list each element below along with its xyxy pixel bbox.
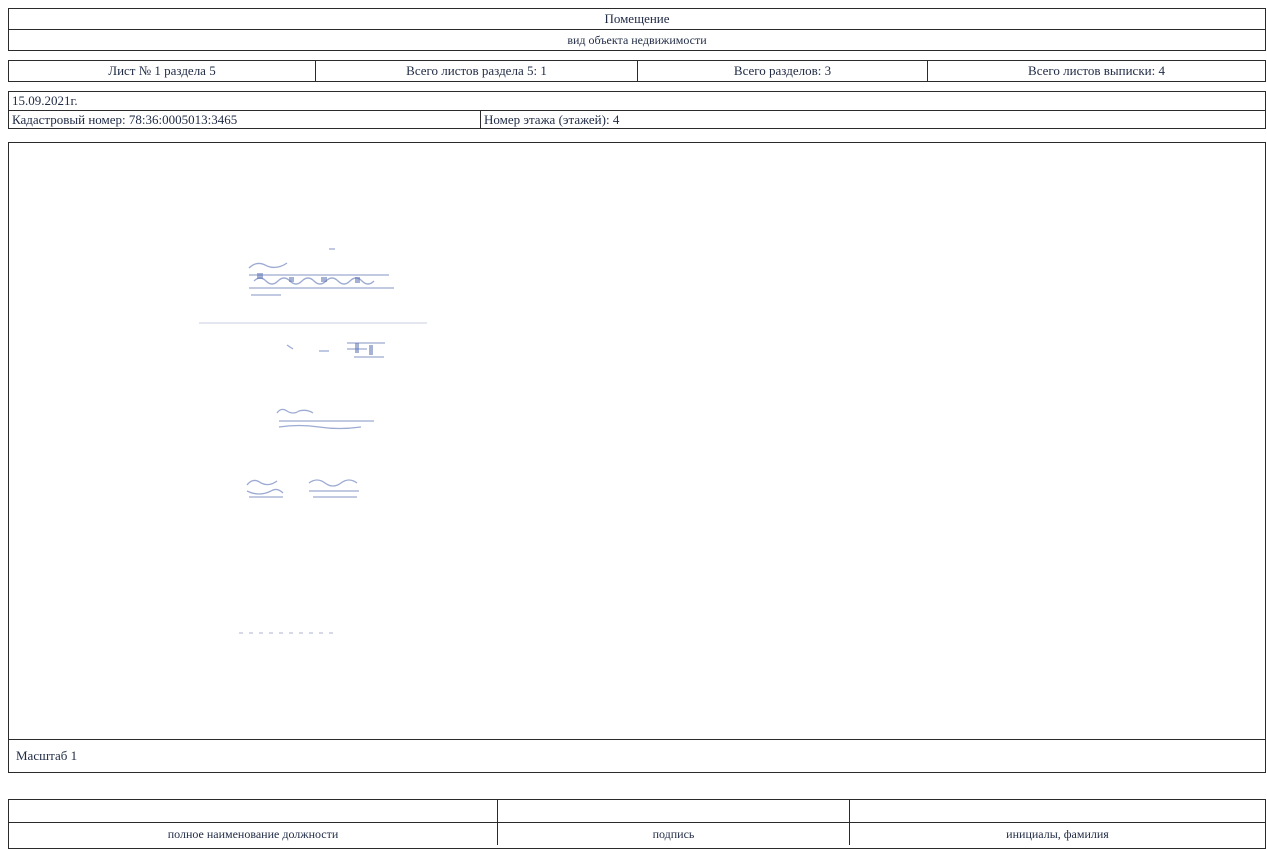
signature-caption-row: полное наименование должности подпись ин… [9,823,1265,845]
object-type-value: Помещение [604,11,670,26]
floor-plan-frame: Масштаб 1 [8,142,1266,773]
scanned-plan-marks [199,248,427,634]
date-row: 15.09.2021г. [9,92,1265,111]
name-caption: инициалы, фамилия [1006,826,1109,841]
total-sheets-extract: Всего листов выписки: 4 [1028,63,1165,78]
object-type-caption-row: вид объекта недвижимости [9,30,1265,50]
scale-label: Масштаб 1 [16,748,78,763]
record-info-block: 15.09.2021г. Кадастровый номер: 78:36:00… [8,91,1266,129]
name-field [850,800,1265,822]
signature-caption: подпись [498,823,850,845]
position-caption: полное наименование должности [9,823,498,845]
signature-block: полное наименование должности подпись ин… [8,799,1266,849]
object-type-caption: вид объекта недвижимости [567,32,707,47]
position-field [9,800,498,822]
floor-plan-area [9,143,1265,740]
object-type-header: Помещение вид объекта недвижимости [8,8,1266,51]
total-sections: Всего разделов: 3 [638,61,928,81]
sheet-of-section: Лист № 1 раздела 5 [9,61,316,81]
total-sheets-section: Всего листов раздела 5: 1 [316,61,638,81]
object-type-row: Помещение [9,9,1265,30]
sheet-info-row: Лист № 1 раздела 5 Всего листов раздела … [8,60,1266,82]
signature-fill-row [9,800,1265,823]
signature-field [498,800,850,822]
floor-number: Номер этажа (этажей): 4 [484,111,620,127]
scale-row: Масштаб 1 [9,740,1265,772]
cadastral-row: Кадастровый номер: 78:36:0005013:3465 Но… [9,111,1265,128]
cadastral-number: Кадастровый номер: 78:36:0005013:3465 [9,111,481,128]
record-date: 15.09.2021г. [12,93,78,108]
